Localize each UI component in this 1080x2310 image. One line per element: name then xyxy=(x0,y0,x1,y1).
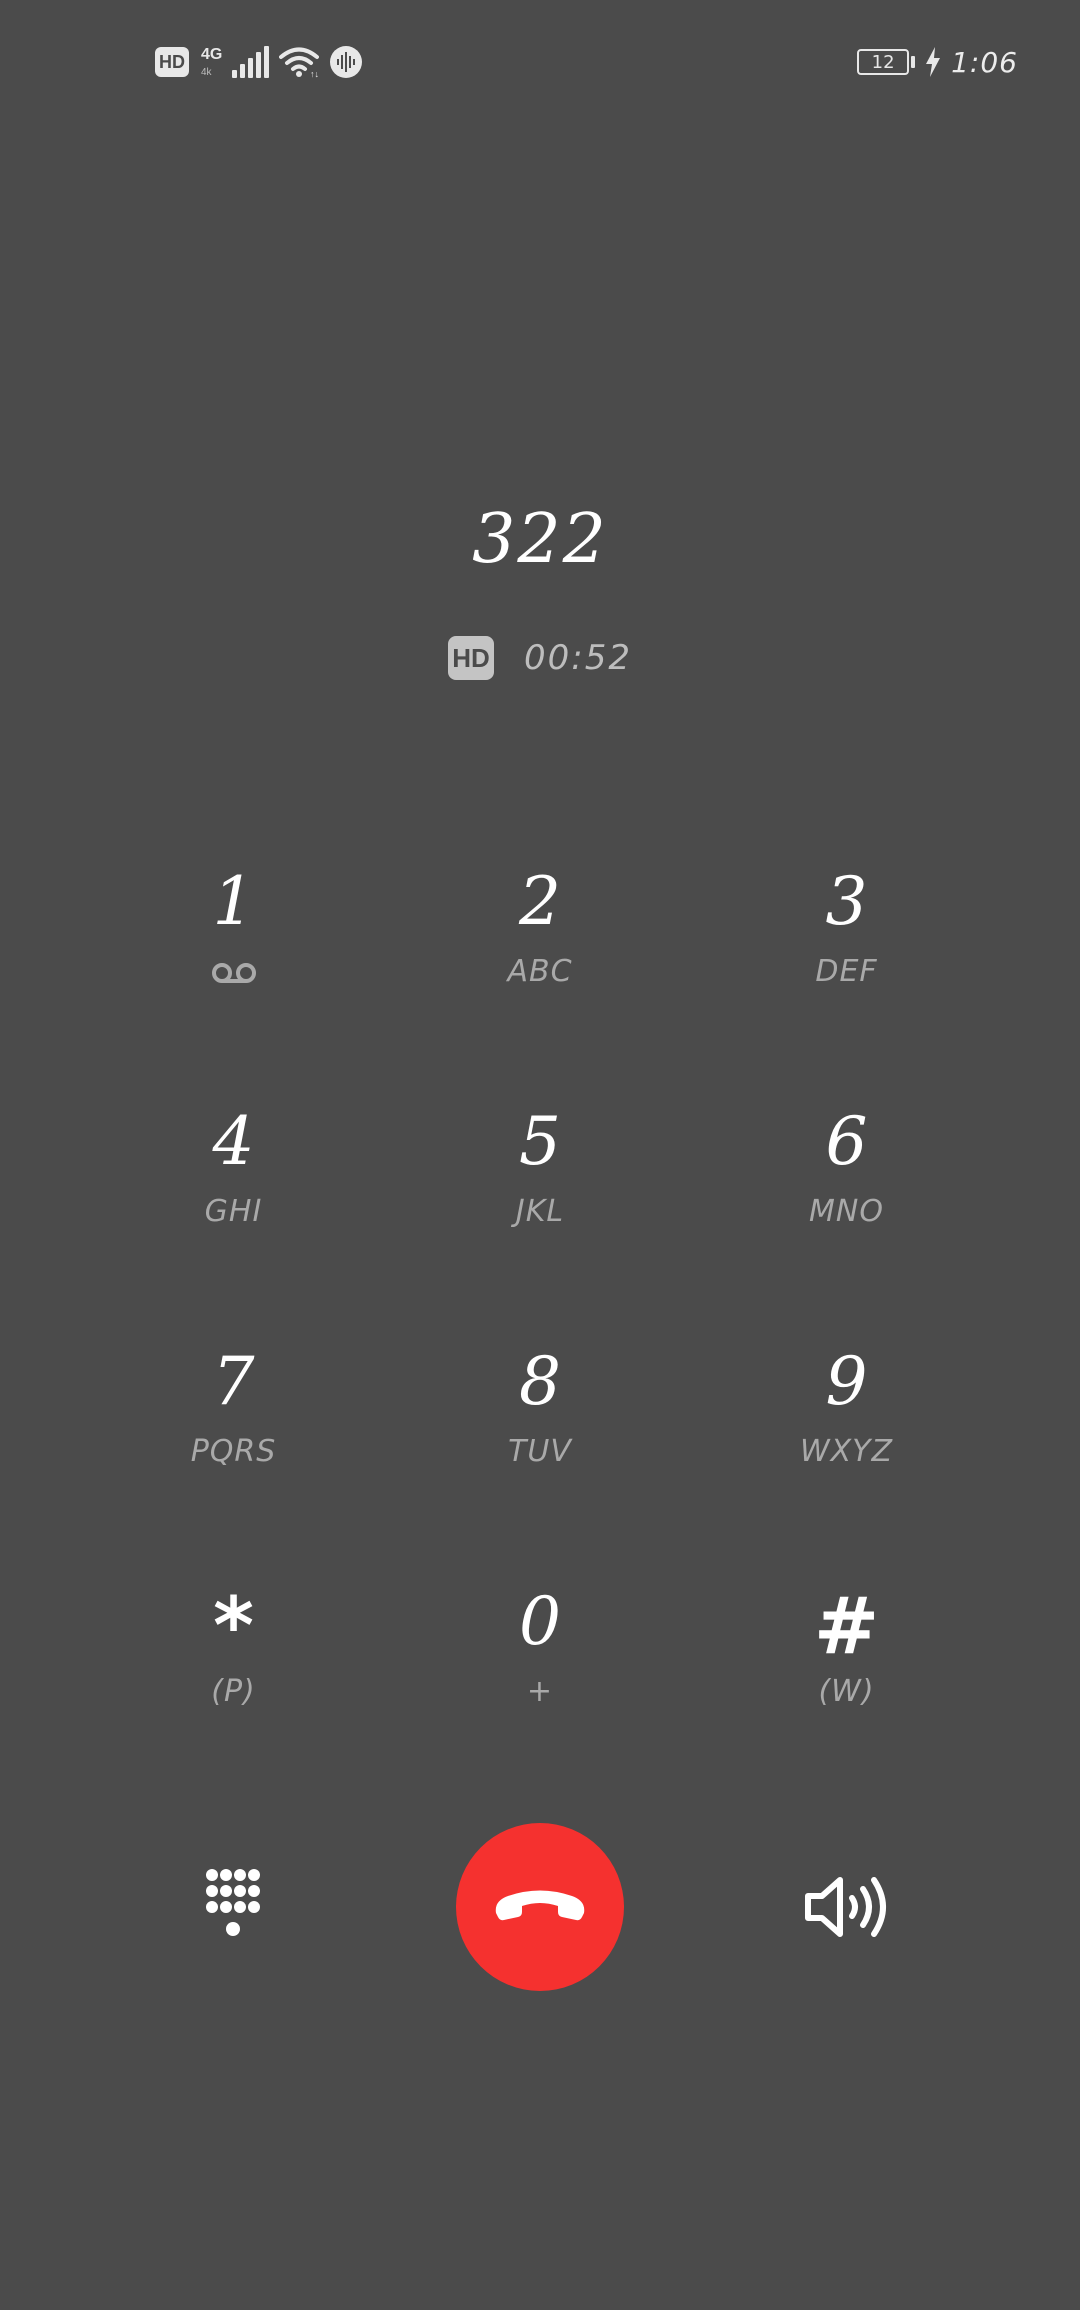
key-star[interactable]: * (P) xyxy=(80,1560,387,1800)
voicemail-icon xyxy=(210,954,258,992)
dialpad-icon xyxy=(205,1869,260,1936)
key-letters: (P) xyxy=(211,1674,256,1709)
key-letters: (W) xyxy=(818,1674,875,1709)
network-type-sub: 4k xyxy=(201,67,212,78)
key-letters: WXYZ xyxy=(799,1434,894,1469)
key-3[interactable]: 3 DEF xyxy=(693,840,1000,1080)
key-letters: PQRS xyxy=(190,1434,277,1469)
battery-icon: 12 xyxy=(857,49,910,75)
charging-icon xyxy=(925,47,941,77)
end-call-button[interactable] xyxy=(456,1823,624,1991)
key-1[interactable]: 1 xyxy=(80,840,387,1080)
speaker-icon xyxy=(804,1877,886,1937)
signal-icon xyxy=(232,46,270,78)
key-digit: 0 xyxy=(519,1583,561,1660)
call-controls xyxy=(80,1822,1000,1992)
key-6[interactable]: 6 MNO xyxy=(693,1080,1000,1320)
key-2[interactable]: 2 ABC xyxy=(387,840,693,1080)
speaker-button[interactable] xyxy=(693,1872,1000,1942)
key-digit: * xyxy=(213,1582,254,1672)
status-left: HD 4G 4k ↑↓ xyxy=(155,40,363,84)
key-digit: 8 xyxy=(519,1343,561,1420)
key-digit: 9 xyxy=(825,1343,868,1420)
key-digit: # xyxy=(813,1582,880,1672)
key-letters: GHI xyxy=(204,1194,263,1229)
key-letters: JKL xyxy=(515,1194,565,1229)
key-letters: TUV xyxy=(508,1434,572,1469)
hd-call-badge: HD xyxy=(448,636,494,680)
key-7[interactable]: 7 PQRS xyxy=(80,1320,387,1560)
network-type: 4G 4k xyxy=(201,46,222,78)
network-type-label: 4G xyxy=(201,46,223,63)
key-hash[interactable]: # (W) xyxy=(693,1560,1000,1800)
key-4[interactable]: 4 GHI xyxy=(80,1080,387,1320)
key-letters: ABC xyxy=(507,954,573,989)
key-digit: 2 xyxy=(519,863,561,940)
key-8[interactable]: 8 TUV xyxy=(387,1320,693,1560)
call-duration: 00:52 xyxy=(524,638,632,678)
volte-hd-badge: HD xyxy=(155,47,189,77)
key-digit: 4 xyxy=(212,1103,255,1180)
status-bar: HD 4G 4k ↑↓ 12 1:06 xyxy=(0,0,1080,120)
dial-keypad: 1 2 ABC 3 DEF 4 GHI 5 JKL 6 MNO 7 PQRS 8… xyxy=(80,840,1000,1800)
key-digit: 7 xyxy=(212,1343,255,1420)
battery-level: 12 xyxy=(871,51,895,73)
key-5[interactable]: 5 JKL xyxy=(387,1080,693,1320)
hide-keypad-button[interactable] xyxy=(80,1867,387,1947)
svg-text:↑↓: ↑↓ xyxy=(310,69,319,78)
key-letters: + xyxy=(526,1674,554,1709)
key-digit: 6 xyxy=(825,1103,868,1180)
end-call-icon xyxy=(495,1890,585,1921)
battery-tip xyxy=(911,56,916,68)
key-digit: 5 xyxy=(519,1103,561,1180)
wifi-icon: ↑↓ xyxy=(279,46,320,78)
end-call-control[interactable] xyxy=(387,1823,693,1991)
key-digit: 1 xyxy=(212,863,255,940)
key-letters: MNO xyxy=(809,1194,884,1229)
call-meta: HD 00:52 xyxy=(0,636,1080,680)
key-digit: 3 xyxy=(825,863,868,940)
audio-wave-icon xyxy=(329,45,363,79)
status-right: 12 1:06 xyxy=(857,40,1018,84)
call-number: 322 xyxy=(472,500,608,579)
key-9[interactable]: 9 WXYZ xyxy=(693,1320,1000,1560)
key-letters: DEF xyxy=(815,954,878,989)
status-time: 1:06 xyxy=(951,45,1018,79)
key-0[interactable]: 0 + xyxy=(387,1560,693,1800)
